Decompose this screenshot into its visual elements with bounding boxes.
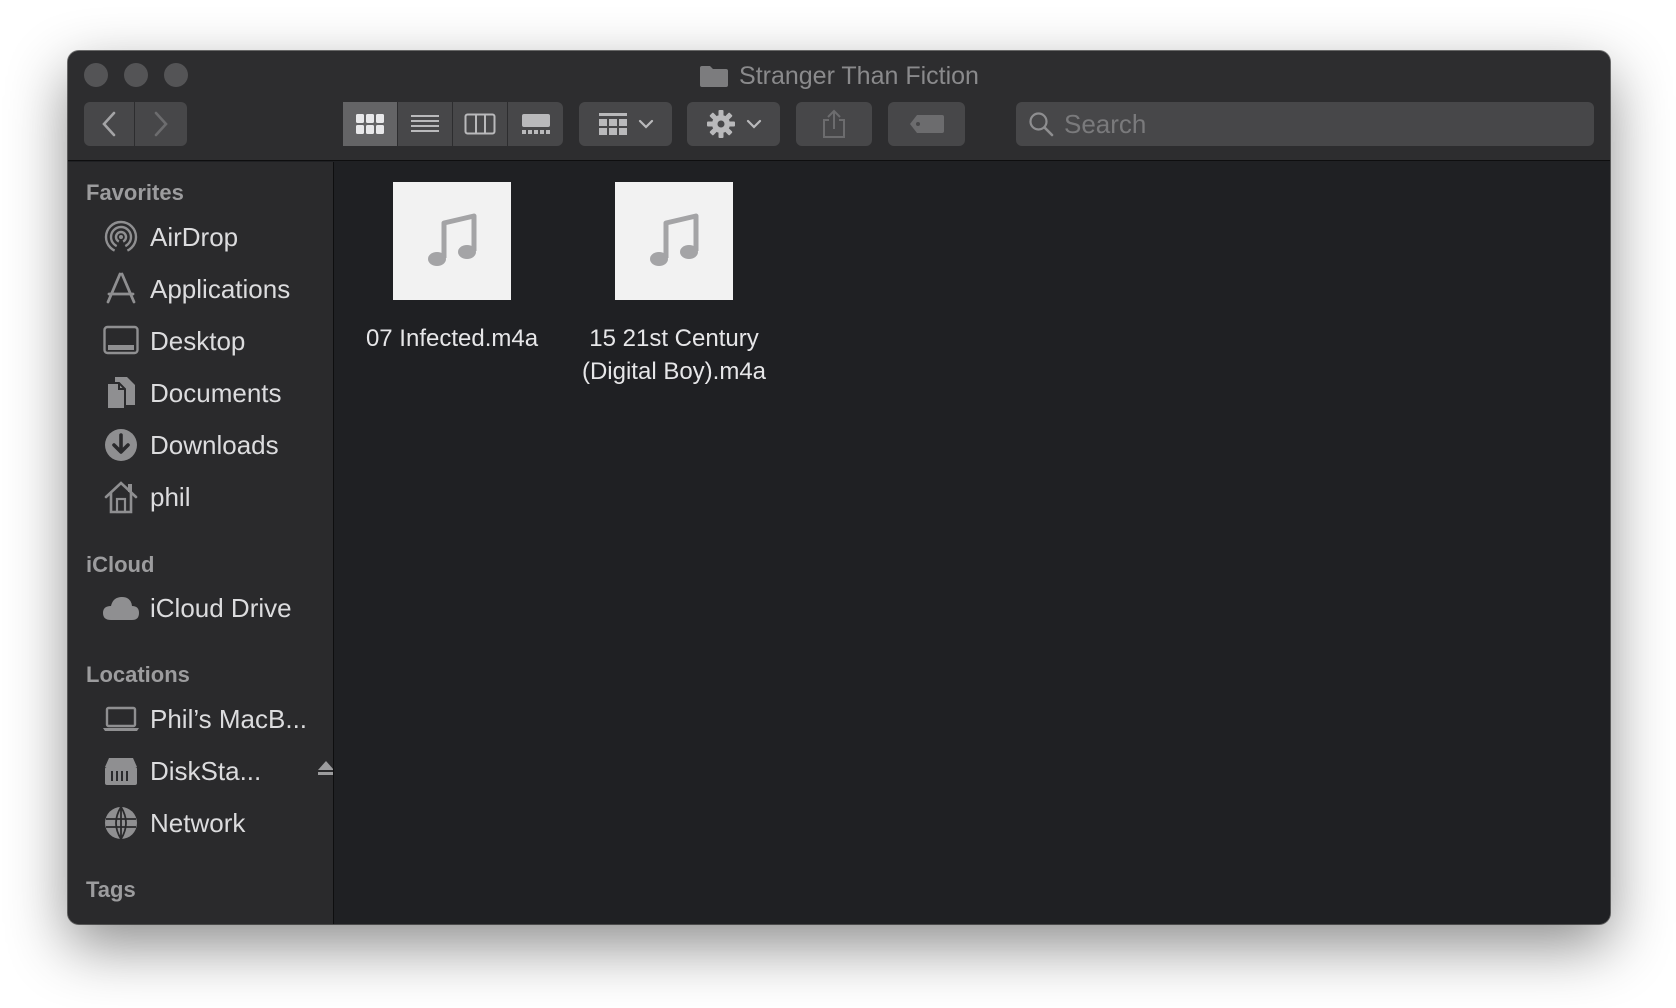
sidebar-item-label: phil xyxy=(150,481,191,512)
window-title-text: Stranger Than Fiction xyxy=(739,61,979,90)
sidebar-item-desktop[interactable]: Desktop xyxy=(102,321,332,361)
column-view-button[interactable] xyxy=(453,102,508,146)
sidebar-item-label: Documents xyxy=(150,377,282,408)
sidebar-item-applications[interactable]: Applications xyxy=(102,269,332,309)
chevron-right-icon xyxy=(154,111,168,137)
search-field[interactable] xyxy=(1016,102,1594,146)
network-icon xyxy=(102,804,140,842)
sidebar-item-label: Applications xyxy=(150,273,291,304)
gallery-view-button[interactable] xyxy=(508,102,563,146)
list-icon xyxy=(411,115,439,132)
sidebar-item-label: Phil’s MacB... xyxy=(150,703,308,734)
airdrop-icon xyxy=(102,218,140,256)
nav-buttons xyxy=(84,102,187,146)
home-icon xyxy=(102,478,140,516)
folder-icon xyxy=(699,64,729,88)
sidebar-item-documents[interactable]: Documents xyxy=(102,373,332,413)
finder-window: Stranger Than Fiction Search Favorites A… xyxy=(68,51,1610,924)
laptop-icon xyxy=(102,700,140,738)
sidebar-item-label: DiskSta... xyxy=(150,755,262,786)
share-button[interactable] xyxy=(796,102,872,146)
applications-icon xyxy=(102,270,140,308)
file-name: 07 Infected.m4a xyxy=(365,325,539,352)
documents-icon xyxy=(102,374,140,412)
search-icon xyxy=(1029,112,1054,137)
file-browser-content: 07 Infected.m4a 15 21st Century (Digital… xyxy=(335,162,1610,924)
sidebar-section-tags: Tags xyxy=(86,877,136,902)
desktop-icon xyxy=(102,322,140,360)
sidebar-item-diskstation[interactable]: DiskSta... xyxy=(102,751,333,791)
tag-icon xyxy=(909,115,944,133)
sidebar: Favorites AirDrop Applications Desktop D… xyxy=(68,162,334,924)
sidebar-section-locations: Locations xyxy=(86,662,190,687)
chevron-down-icon xyxy=(746,119,761,129)
toolbar: Stranger Than Fiction xyxy=(68,51,1610,161)
music-note-icon xyxy=(428,213,477,266)
sidebar-item-label: Network xyxy=(150,807,246,838)
audio-file-thumbnail[interactable] xyxy=(615,182,733,300)
cloud-icon xyxy=(102,589,140,627)
gear-icon xyxy=(706,110,735,138)
sidebar-item-label: AirDrop xyxy=(150,221,239,252)
sidebar-item-downloads[interactable]: Downloads xyxy=(102,425,332,465)
sidebar-item-label: Desktop xyxy=(150,325,246,356)
action-menu-button[interactable] xyxy=(687,102,780,146)
columns-icon xyxy=(464,113,496,135)
sidebar-section-icloud: iCloud xyxy=(86,552,155,577)
view-mode-selector xyxy=(343,102,563,146)
group-grid-icon xyxy=(598,113,627,135)
group-by-button[interactable] xyxy=(579,102,672,146)
downloads-icon xyxy=(102,426,140,464)
forward-button[interactable] xyxy=(135,102,186,146)
share-icon xyxy=(823,109,845,138)
icon-view-button[interactable] xyxy=(343,102,398,146)
audio-file-thumbnail[interactable] xyxy=(393,182,511,300)
sidebar-item-macbook[interactable]: Phil’s MacB... xyxy=(102,699,332,739)
nas-icon xyxy=(102,752,140,790)
sidebar-item-label: iCloud Drive xyxy=(150,592,292,623)
sidebar-item-network[interactable]: Network xyxy=(102,803,332,843)
sidebar-item-airdrop[interactable]: AirDrop xyxy=(102,217,332,257)
chevron-down-icon xyxy=(638,119,653,129)
gallery-icon xyxy=(521,114,550,134)
sidebar-item-icloud-drive[interactable]: iCloud Drive xyxy=(102,588,332,628)
sidebar-item-label: Downloads xyxy=(150,429,279,460)
icon-grid-icon xyxy=(356,114,384,134)
list-view-button[interactable] xyxy=(398,102,453,146)
search-input[interactable] xyxy=(1064,108,1564,140)
edit-tags-button[interactable] xyxy=(888,102,965,146)
back-button[interactable] xyxy=(84,102,135,146)
file-item[interactable]: 15 21st Century (Digital Boy).m4a xyxy=(564,182,784,388)
file-item[interactable]: 07 Infected.m4a xyxy=(342,182,562,355)
sidebar-section-favorites: Favorites xyxy=(86,180,184,205)
chevron-left-icon xyxy=(102,111,116,137)
file-name: 15 21st Century (Digital Boy).m4a xyxy=(581,325,767,385)
eject-icon[interactable] xyxy=(316,754,333,785)
music-note-icon xyxy=(650,213,699,266)
window-title: Stranger Than Fiction xyxy=(68,59,1610,93)
sidebar-item-phil[interactable]: phil xyxy=(102,477,332,517)
